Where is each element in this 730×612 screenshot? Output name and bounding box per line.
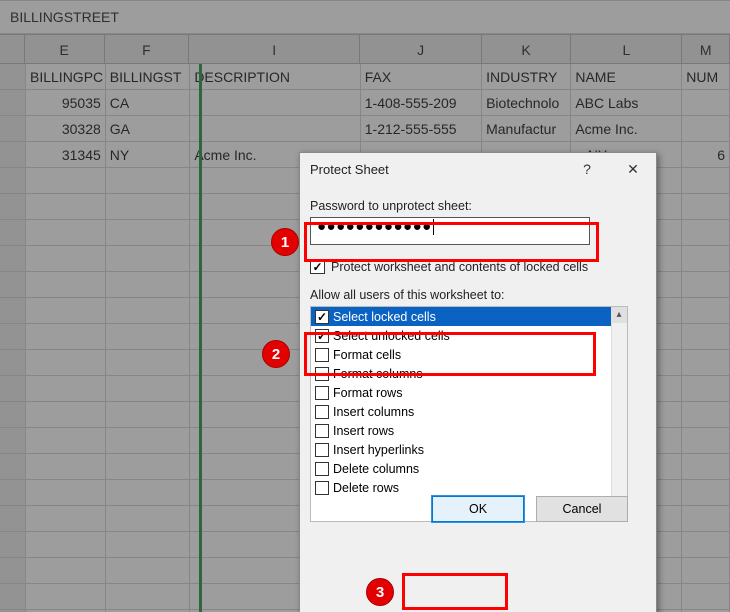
protect-sheet-dialog: Protect Sheet ? ✕ Password to unprotect … [299,152,657,612]
help-button[interactable]: ? [564,153,610,185]
permission-row[interactable]: Format columns [311,364,627,383]
permission-row[interactable]: Select unlocked cells [311,326,627,345]
permission-label: Select unlocked cells [333,329,450,343]
permission-label: Insert rows [333,424,394,438]
callout-tag-2: 2 [262,340,290,368]
permission-row[interactable]: Delete columns [311,459,627,478]
password-value: ●●●●●●●●●●●● [317,218,432,235]
permission-label: Select locked cells [333,310,436,324]
checkbox-icon[interactable] [310,259,325,274]
close-button[interactable]: ✕ [610,153,656,185]
permission-row[interactable]: Insert hyperlinks [311,440,627,459]
permission-label: Insert hyperlinks [333,443,424,457]
checkbox-icon[interactable] [315,443,329,457]
callout-tag-3: 3 [366,578,394,606]
protect-contents-checkbox-row[interactable]: Protect worksheet and contents of locked… [310,259,646,274]
permission-row[interactable]: Insert columns [311,402,627,421]
permission-row[interactable]: Insert rows [311,421,627,440]
password-input[interactable]: ●●●●●●●●●●●● [310,217,590,245]
checkbox-icon[interactable] [315,481,329,495]
permission-row[interactable]: Select locked cells [311,307,627,326]
permissions-list[interactable]: Select locked cells Select unlocked cells… [310,306,628,522]
password-label: Password to unprotect sheet: [310,199,646,213]
checkbox-icon[interactable] [315,386,329,400]
permission-label: Delete columns [333,462,419,476]
checkbox-icon[interactable] [315,405,329,419]
checkbox-icon[interactable] [315,310,329,324]
permission-label: Format cells [333,348,401,362]
permission-label: Insert columns [333,405,414,419]
ok-button[interactable]: OK [432,496,524,522]
checkbox-icon[interactable] [315,424,329,438]
dialog-title: Protect Sheet [310,162,389,177]
permission-label: Format rows [333,386,402,400]
allow-users-label: Allow all users of this worksheet to: [310,288,646,302]
checkbox-icon[interactable] [315,367,329,381]
permission-label: Format columns [333,367,423,381]
scrollbar[interactable]: ▴ ▾ [611,307,627,521]
callout-tag-1: 1 [271,228,299,256]
permission-row[interactable]: Format cells [311,345,627,364]
checkbox-icon[interactable] [315,329,329,343]
checkbox-icon[interactable] [315,348,329,362]
protect-contents-label: Protect worksheet and contents of locked… [331,260,588,274]
permission-label: Delete rows [333,481,399,495]
dialog-titlebar[interactable]: Protect Sheet ? ✕ [300,153,656,185]
permission-row[interactable]: Delete rows [311,478,627,497]
scroll-up-icon[interactable]: ▴ [611,307,627,323]
checkbox-icon[interactable] [315,462,329,476]
permission-row[interactable]: Format rows [311,383,627,402]
cancel-button[interactable]: Cancel [536,496,628,522]
text-caret-icon [433,219,434,235]
